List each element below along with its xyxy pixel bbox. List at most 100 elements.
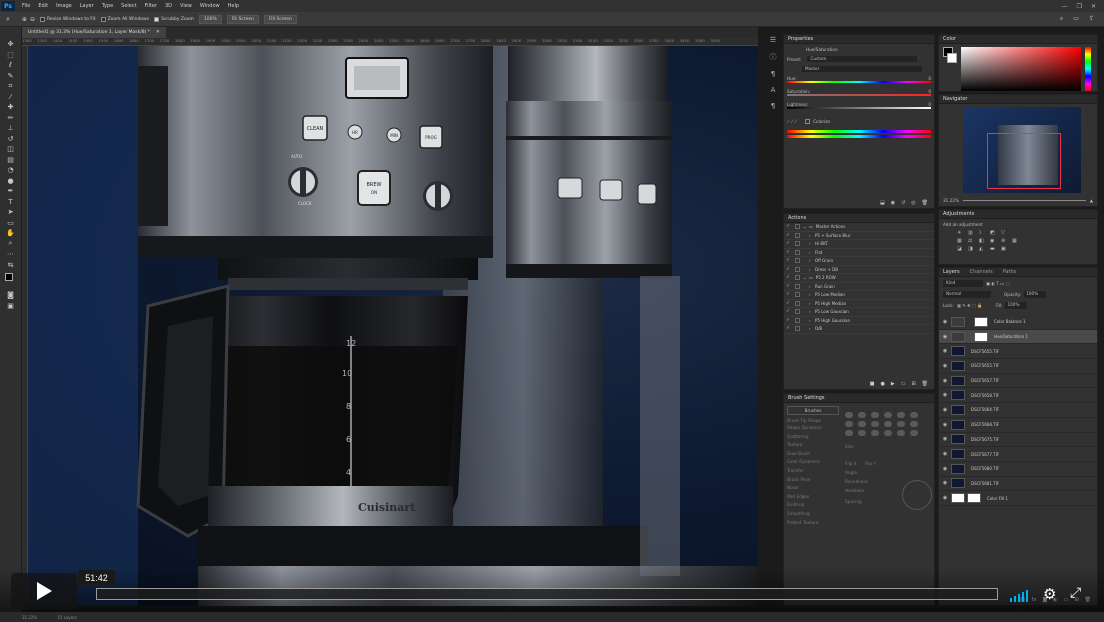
brightness-adj-icon[interactable]: ☀ bbox=[957, 230, 966, 236]
action-item[interactable]: ✓ › Off Grain bbox=[784, 257, 934, 266]
hue-strip[interactable] bbox=[1085, 47, 1091, 91]
menu-image[interactable]: Image bbox=[52, 3, 76, 9]
menu-edit[interactable]: Edit bbox=[34, 3, 52, 9]
zoom-100-button[interactable]: 100% bbox=[198, 14, 222, 24]
brush-option[interactable]: Shape Dynamics bbox=[787, 425, 839, 434]
brush-option[interactable]: Smoothing bbox=[787, 511, 839, 520]
reset-icon[interactable]: ↺ bbox=[901, 200, 905, 206]
brush-option[interactable]: Color Dynamics bbox=[787, 459, 839, 468]
menu-view[interactable]: View bbox=[176, 3, 196, 9]
action-dialog-toggle[interactable] bbox=[795, 292, 800, 298]
quick-select-icon[interactable]: ✎ bbox=[6, 71, 16, 82]
layer-row[interactable]: ◉ DSCF5677.TIF bbox=[939, 447, 1097, 462]
action-item[interactable]: ✓ › Flat bbox=[784, 249, 934, 257]
exposure-adj-icon[interactable]: ◩ bbox=[990, 230, 999, 236]
crop-tool-icon[interactable]: ⌗ bbox=[6, 81, 16, 92]
menu-select[interactable]: Select bbox=[117, 3, 140, 9]
posterize-adj-icon[interactable]: ◨ bbox=[968, 246, 977, 252]
layer-row[interactable]: ◉ Color Balance 1 bbox=[939, 315, 1097, 330]
brush-option[interactable]: Scattering bbox=[787, 434, 839, 443]
action-dialog-toggle[interactable] bbox=[795, 249, 800, 255]
action-dialog-toggle[interactable] bbox=[795, 224, 800, 230]
action-item[interactable]: ✓ › Hi BKT bbox=[784, 240, 934, 249]
tab-paths[interactable]: Paths bbox=[1003, 269, 1017, 275]
hand-tool-icon[interactable]: ✋ bbox=[6, 228, 16, 239]
layer-mask-thumbnail[interactable] bbox=[967, 493, 981, 504]
filter-icons[interactable]: ▣ ◐ T ▭ ⬚ bbox=[986, 281, 1009, 286]
brush-option[interactable]: Wet Edges bbox=[787, 494, 839, 503]
action-item[interactable]: ✓ › Dress + DB bbox=[784, 266, 934, 274]
zoom-tool-icon[interactable]: ⌕ bbox=[6, 15, 10, 24]
gradient-map-icon[interactable]: ▬ bbox=[990, 246, 999, 252]
color-field[interactable] bbox=[961, 47, 1081, 91]
invert-adj-icon[interactable]: ◪ bbox=[957, 246, 966, 252]
delete-action-icon[interactable]: 🗑 bbox=[922, 381, 928, 387]
zoom-all-checkbox[interactable]: Zoom All Windows bbox=[100, 16, 149, 22]
fill-screen-button[interactable]: Fill Screen bbox=[263, 14, 297, 24]
layer-row[interactable]: ◉ DSCF5664.TIF bbox=[939, 403, 1097, 418]
character-icon[interactable]: A bbox=[771, 86, 776, 94]
action-dialog-toggle[interactable] bbox=[795, 317, 800, 323]
curves-adj-icon[interactable]: ⌇ bbox=[979, 230, 988, 236]
action-item[interactable]: ✓ › P5 High Median bbox=[784, 300, 934, 308]
action-dialog-toggle[interactable] bbox=[795, 309, 800, 315]
view-previous-icon[interactable]: ◉ bbox=[891, 200, 895, 206]
action-item[interactable]: ✓ › P5 + Surface Blur bbox=[784, 232, 934, 240]
glyph-icon[interactable]: ¶ bbox=[771, 102, 775, 110]
menu-file[interactable]: File bbox=[18, 3, 34, 9]
layer-row[interactable]: ◉ DSCF5655.TIF bbox=[939, 359, 1097, 374]
lookup-adj-icon[interactable]: ▦ bbox=[1012, 238, 1021, 244]
levels-adj-icon[interactable]: ▥ bbox=[968, 230, 977, 236]
colorize-checkbox[interactable] bbox=[805, 119, 811, 124]
move-tool-icon[interactable]: ✥ bbox=[6, 39, 16, 50]
action-item[interactable]: ✓ › P5 High Gaussian bbox=[784, 317, 934, 325]
fill-input[interactable]: 100% bbox=[1005, 302, 1028, 309]
action-dialog-toggle[interactable] bbox=[795, 266, 800, 272]
progress-bar[interactable] bbox=[96, 588, 998, 600]
new-set-icon[interactable]: ▭ bbox=[901, 381, 906, 387]
share-icon[interactable]: ⇪ bbox=[1089, 15, 1094, 23]
scrubby-zoom-checkbox[interactable]: Scrubby Zoom bbox=[154, 16, 194, 22]
navigator-zoom-value[interactable]: 31.22% bbox=[943, 198, 959, 203]
hue-adj-icon[interactable]: ▦ bbox=[957, 238, 966, 244]
action-item[interactable]: ✓ › P5 Low Median bbox=[784, 291, 934, 300]
play-action-icon[interactable]: ▶ bbox=[891, 381, 895, 387]
brush-option[interactable]: Build-up bbox=[787, 502, 839, 511]
visibility-eye-icon[interactable]: ◉ bbox=[939, 466, 951, 472]
paragraph-icon[interactable]: ¶ bbox=[771, 70, 775, 78]
resize-windows-checkbox[interactable]: Resize Windows to Fit bbox=[39, 16, 96, 22]
zoom-in-nav-icon[interactable]: ▲ bbox=[1090, 198, 1093, 203]
eyedropper-icon[interactable]: ⁄ bbox=[6, 92, 16, 103]
action-dialog-toggle[interactable] bbox=[795, 275, 800, 281]
fit-screen-button[interactable]: Fit Screen bbox=[226, 14, 259, 24]
screen-mode-icon[interactable]: ▣ bbox=[6, 301, 16, 312]
action-dialog-toggle[interactable] bbox=[795, 232, 800, 238]
visibility-eye-icon[interactable]: ◉ bbox=[939, 334, 951, 340]
path-select-icon[interactable]: ➤ bbox=[6, 207, 16, 218]
lightness-slider[interactable] bbox=[787, 107, 931, 109]
menu-help[interactable]: Help bbox=[224, 3, 243, 9]
layer-row[interactable]: ◉ DSCF5657.TIF bbox=[939, 374, 1097, 389]
layer-mask-thumbnail[interactable] bbox=[974, 331, 988, 342]
restore-icon[interactable]: ❐ bbox=[1077, 3, 1082, 10]
action-item[interactable]: ✓ › P5 Low Gaussian bbox=[784, 308, 934, 317]
action-item[interactable]: ✓ › D/B bbox=[784, 325, 934, 334]
action-item[interactable]: ✓ ⌄ ▭ Master Actions bbox=[784, 223, 934, 232]
gradient-icon[interactable]: ▤ bbox=[6, 155, 16, 166]
fullscreen-icon[interactable]: ⤢ bbox=[1070, 585, 1081, 601]
brush-option[interactable]: Protect Texture bbox=[787, 520, 839, 529]
layer-row[interactable]: ◉ DSCF5675.TIF bbox=[939, 433, 1097, 448]
visibility-eye-icon[interactable]: ◉ bbox=[939, 480, 951, 486]
selective-color-icon[interactable]: ▣ bbox=[1001, 246, 1010, 252]
more-tools-icon[interactable]: ⋯ bbox=[6, 249, 16, 260]
preset-dropdown[interactable]: Custom bbox=[807, 56, 918, 62]
action-item[interactable]: ✓ ⌄ ▭ P5 2 ROW bbox=[784, 274, 934, 283]
menu-window[interactable]: Window bbox=[196, 3, 224, 9]
action-check-icon[interactable]: ✓ bbox=[784, 309, 792, 314]
blur-tool-icon[interactable]: ◔ bbox=[6, 165, 16, 176]
saturation-slider[interactable] bbox=[787, 94, 931, 96]
layer-row[interactable]: ◉ DSCF5680.TIF bbox=[939, 462, 1097, 477]
brush-option[interactable]: Dual Brush bbox=[787, 451, 839, 460]
action-check-icon[interactable]: ✓ bbox=[784, 241, 792, 246]
brush-angle-dial[interactable] bbox=[902, 480, 932, 510]
